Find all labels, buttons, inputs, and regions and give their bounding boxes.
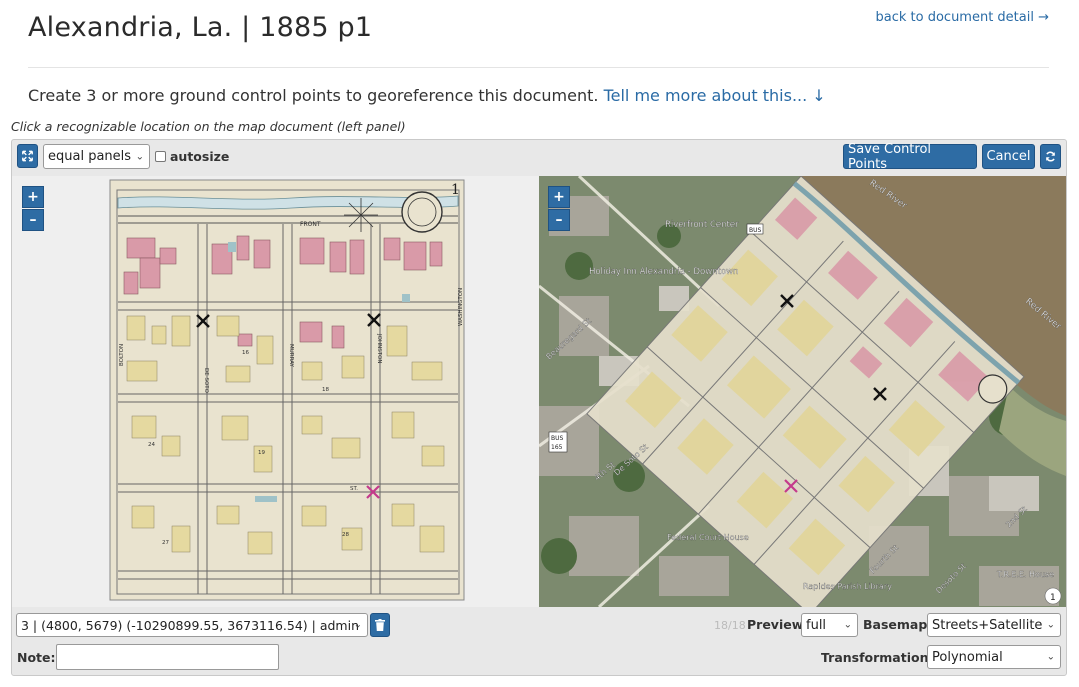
transformation-select[interactable]: Polynomial ⌄ [927,645,1061,669]
hint-text: Click a recognizable location on the map… [11,119,406,134]
expand-icon [22,150,33,162]
sanborn-map-image[interactable]: 1 FRONT BOLTON DE SOTO MURRAY JOHNSTON W… [12,176,539,607]
point-count: 18/18 [714,619,746,632]
bus-route-shield: BUS [746,223,764,235]
preview-label: Preview [747,617,804,632]
delete-point-button[interactable] [370,613,390,637]
front-street-label: FRONT [300,221,321,228]
panel-layout-select[interactable]: equal panels ⌄ [43,144,150,169]
refresh-icon [1046,151,1055,162]
minus-icon: – [555,212,563,228]
street-st-label: ST. [350,486,358,492]
map-label: Rapides Parish Library [803,582,892,591]
map-label: Federal Court House [667,533,749,542]
svg-text:BUS: BUS [749,227,762,234]
save-control-points-button[interactable]: Save Control Points [843,142,977,172]
control-point-select[interactable]: 3 | (4800, 5679) (-10290899.55, 3673116.… [16,613,368,637]
block-number: 24 [148,442,155,448]
block-number: 28 [342,532,349,538]
cancel-button[interactable]: Cancel [982,144,1035,169]
scale-badge: 1 [1044,587,1062,605]
back-to-document-link[interactable]: back to document detail → [876,10,1050,25]
basemap-label: Basemap [863,617,928,632]
basemap-select[interactable]: Streets+Satellite ⌄ [927,613,1061,637]
refresh-button[interactable] [1040,144,1061,169]
chevron-down-icon: ⌄ [1046,651,1055,663]
note-input[interactable] [56,644,279,670]
header-divider [28,67,1049,68]
sheet-number: 1 [451,182,460,198]
basemap-select-value: Streets+Satellite [932,617,1043,633]
page-title: Alexandria, La. | 1885 p1 [28,12,373,43]
street-label-washington: WASHINGTON [458,288,464,326]
panel-layout-value: equal panels [48,149,132,164]
left-zoom-out-button[interactable]: – [22,209,44,231]
right-zoom-in-button[interactable]: + [548,186,570,208]
chevron-down-icon: ⌄ [1046,619,1055,631]
autosize-label: autosize [170,149,230,164]
basemap-panel[interactable]: Red River Red River Riverfront Center Ho… [539,176,1066,607]
svg-text:1: 1 [1050,593,1056,603]
bus-route-shield: BUS 165 [548,431,568,453]
transformation-label: Transformation: [821,650,934,665]
svg-text:BUS: BUS [551,435,564,442]
satellite-basemap[interactable]: Red River Red River Riverfront Center Ho… [539,176,1066,607]
preview-select-value: full [806,617,827,633]
street-label-murray: MURRAY [288,344,294,368]
map-label: Holiday Inn Alexandria - Downtown [589,267,738,277]
left-zoom-in-button[interactable]: + [22,186,44,208]
street-label-bolton: BOLTON [119,344,125,366]
block-number: 16 [242,350,249,356]
autosize-checkbox[interactable] [155,151,166,162]
trash-icon [375,619,385,631]
map-label: Riverfront Center [665,220,739,230]
svg-text:165: 165 [551,444,563,451]
block-number: 18 [322,387,329,393]
plus-icon: + [27,189,39,205]
control-point-select-value: 3 | (4800, 5679) (-10290899.55, 3673116.… [21,617,359,633]
intro-text: Create 3 or more ground control points t… [28,86,826,105]
chevron-down-icon: ⌄ [135,151,144,162]
georeference-panel: equal panels ⌄ autosize Save Control Poi… [11,139,1067,676]
block-number: 27 [162,540,169,546]
right-zoom-out-button[interactable]: – [548,209,570,231]
plus-icon: + [553,189,565,205]
intro-instruction: Create 3 or more ground control points t… [28,86,599,105]
note-label: Note: [17,650,56,665]
transformation-select-value: Polynomial [932,649,1003,665]
chevron-down-icon: ⌄ [843,619,852,631]
tell-me-more-link[interactable]: Tell me more about this... ↓ [604,86,826,105]
preview-select[interactable]: full ⌄ [801,613,858,637]
street-label-johnston: JOHNSTON [376,333,382,364]
street-label-desoto: DE SOTO [203,368,209,394]
map-label: T.R.E.E. House [996,570,1054,579]
expand-button[interactable] [17,144,38,168]
document-map-panel[interactable]: 1 FRONT BOLTON DE SOTO MURRAY JOHNSTON W… [12,176,539,607]
chevron-down-icon: ⌄ [353,619,362,631]
block-number: 19 [258,450,265,456]
minus-icon: – [29,212,37,228]
